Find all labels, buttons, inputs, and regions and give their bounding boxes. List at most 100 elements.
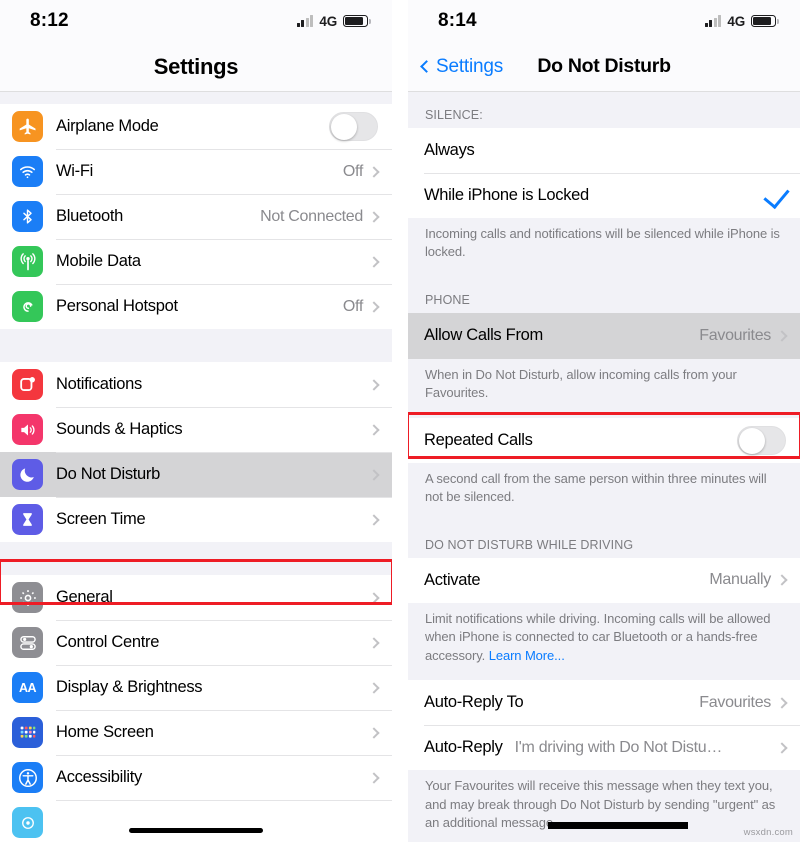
sidebar-item-do-not-disturb[interactable]: Do Not Disturb <box>0 452 392 497</box>
section-header-driving: DO NOT DISTURB WHILE DRIVING <box>408 521 800 558</box>
status-time: 8:14 <box>438 10 477 31</box>
row-label: Personal Hotspot <box>56 297 178 315</box>
row-auto-reply-to[interactable]: Auto-Reply To Favourites <box>408 680 800 726</box>
option-while-iphone-locked[interactable]: While iPhone is Locked <box>408 173 800 218</box>
section-repeated-calls: Repeated Calls <box>408 417 800 463</box>
chevron-right-icon <box>368 210 380 223</box>
right-phone-screen: 8:14 4G Settings Do Not Disturb SILENCE:… <box>408 0 800 842</box>
chevron-right-icon <box>776 330 788 342</box>
row-label: Always <box>424 141 475 159</box>
airplane-icon <box>12 111 43 142</box>
row-allow-calls-from[interactable]: Allow Calls From Favourites <box>408 312 800 359</box>
wifi-icon <box>12 156 43 187</box>
checkmark-icon <box>763 181 790 210</box>
sidebar-item-airplane-mode[interactable]: Airplane Mode <box>0 104 392 149</box>
signal-bars-icon <box>704 15 722 27</box>
control-centre-icon <box>12 627 43 658</box>
chevron-right-icon <box>368 423 380 436</box>
chevron-right-icon <box>368 165 380 178</box>
network-type-label: 4G <box>319 13 337 29</box>
settings-group-connectivity: Airplane Mode Wi-Fi Off Bluetooth Not Co… <box>0 104 392 329</box>
sidebar-item-home-screen[interactable]: Home Screen <box>0 710 392 755</box>
sidebar-item-control-centre[interactable]: Control Centre <box>0 620 392 665</box>
status-indicators: 4G <box>704 13 779 29</box>
wallpaper-icon <box>12 807 43 838</box>
row-activate[interactable]: Activate Manually <box>408 557 800 603</box>
chevron-right-icon <box>368 726 380 739</box>
airplane-mode-toggle[interactable] <box>329 112 378 141</box>
dual-screenshot-container: 8:12 4G Settings Airplane Mode Wi-Fi Off… <box>0 0 800 842</box>
back-button-label: Settings <box>436 55 504 77</box>
back-button[interactable]: Settings <box>420 55 504 78</box>
row-label: General <box>56 588 113 606</box>
chevron-right-icon <box>368 300 380 313</box>
row-auto-reply[interactable]: Auto-Reply I'm driving with Do Not Distu… <box>408 725 800 771</box>
learn-more-link[interactable]: Learn More... <box>489 648 565 663</box>
row-label: While iPhone is Locked <box>424 186 589 204</box>
row-label: Auto-Reply <box>424 738 503 757</box>
status-bar-left: 8:12 4G <box>0 0 392 42</box>
bluetooth-icon <box>12 201 43 232</box>
chevron-right-icon <box>368 255 380 268</box>
row-label: Activate <box>424 570 481 589</box>
row-value: Off <box>342 297 363 315</box>
row-label: Screen Time <box>56 510 146 528</box>
home-indicator <box>129 827 263 833</box>
notifications-icon <box>12 369 43 400</box>
sidebar-item-personal-hotspot[interactable]: Personal Hotspot Off <box>0 284 392 329</box>
dnd-settings-list[interactable]: SILENCE: Always While iPhone is Locked I… <box>408 92 800 842</box>
row-value: Favourites <box>699 693 771 711</box>
row-label: Home Screen <box>56 723 154 741</box>
sidebar-item-display-brightness[interactable]: AA Display & Brightness <box>0 665 392 710</box>
row-label: Bluetooth <box>56 207 124 225</box>
section-silence: Always While iPhone is Locked <box>408 128 800 218</box>
row-label: Accessibility <box>56 768 142 786</box>
gear-icon <box>12 582 43 613</box>
sounds-icon <box>12 414 43 445</box>
section-footer-driving: Limit notifications while driving. Incom… <box>408 602 800 681</box>
battery-icon <box>343 14 371 28</box>
row-label: Airplane Mode <box>56 117 159 135</box>
nav-bar-right: Settings Do Not Disturb <box>408 42 800 92</box>
chevron-right-icon <box>368 468 380 481</box>
sidebar-item-notifications[interactable]: Notifications <box>0 362 392 407</box>
cellular-icon <box>12 246 43 277</box>
row-value: Favourites <box>699 326 771 344</box>
battery-icon <box>751 14 779 28</box>
hourglass-icon <box>12 504 43 535</box>
chevron-right-icon <box>368 513 380 526</box>
chevron-right-icon <box>368 636 380 649</box>
row-label: Mobile Data <box>56 252 141 270</box>
sidebar-item-mobile-data[interactable]: Mobile Data <box>0 239 392 284</box>
sidebar-item-sounds-haptics[interactable]: Sounds & Haptics <box>0 407 392 452</box>
settings-group-system: General Control Centre AA Display & Brig… <box>0 575 392 842</box>
chevron-right-icon <box>776 574 788 586</box>
repeated-calls-toggle[interactable] <box>737 425 786 455</box>
sidebar-item-accessibility[interactable]: Accessibility <box>0 755 392 800</box>
row-value: I'm driving with Do Not Distu… <box>514 738 723 756</box>
settings-list[interactable]: Airplane Mode Wi-Fi Off Bluetooth Not Co… <box>0 92 392 842</box>
row-label: Wi-Fi <box>56 162 93 180</box>
status-indicators: 4G <box>296 13 371 29</box>
group-separator <box>0 542 392 575</box>
chevron-right-icon <box>776 696 788 709</box>
row-label: Display & Brightness <box>56 678 203 696</box>
nav-bar-left: Settings <box>0 42 392 92</box>
sidebar-item-bluetooth[interactable]: Bluetooth Not Connected <box>0 194 392 239</box>
footer-text: Limit notifications while driving. Incom… <box>425 610 771 663</box>
status-bar-right: 8:14 4G <box>408 0 800 42</box>
row-label: Auto-Reply To <box>424 693 524 712</box>
list-top-gap <box>0 92 392 104</box>
sidebar-item-screen-time[interactable]: Screen Time <box>0 497 392 542</box>
option-always[interactable]: Always <box>408 128 800 173</box>
row-label: Do Not Disturb <box>56 465 161 483</box>
sidebar-item-general[interactable]: General <box>0 575 392 620</box>
row-value: Manually <box>709 571 771 589</box>
row-repeated-calls[interactable]: Repeated Calls <box>408 417 800 463</box>
sidebar-item-wallpaper-partial[interactable] <box>0 800 392 842</box>
chevron-right-icon <box>776 741 788 754</box>
sidebar-item-wifi[interactable]: Wi-Fi Off <box>0 149 392 194</box>
section-driving: Activate Manually <box>408 557 800 603</box>
row-value: Not Connected <box>260 207 363 225</box>
network-type-label: 4G <box>727 13 745 29</box>
